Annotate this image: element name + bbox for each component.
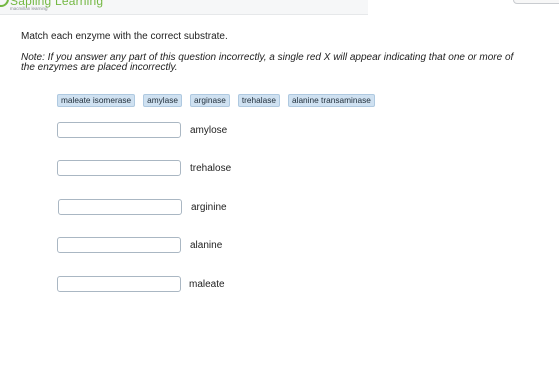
substrate-label-maleate: maleate [189,279,225,290]
substrate-label-amylose: amylose [190,125,228,136]
brand-tagline: macmillan learning [10,6,48,11]
header-corner-button[interactable] [513,0,559,4]
header-bar: Sapling Learning macmillan learning [0,0,368,15]
sapling-logo-icon [0,0,9,7]
drop-target-maleate[interactable] [57,276,181,292]
enzyme-chip-arginase[interactable]: arginase [190,94,230,107]
drop-target-arginine[interactable] [58,199,182,215]
substrate-label-trehalose: trehalose [190,163,232,174]
match-row-amylose: amylose [0,122,559,140]
drop-target-alanine[interactable] [57,237,181,253]
match-row-alanine: alanine [0,237,559,255]
enzyme-answer-bank: maleate isomerase amylase arginase treha… [57,94,375,107]
match-row-arginine: arginine [0,199,559,217]
substrate-label-arginine: arginine [191,202,227,213]
match-row-maleate: maleate [0,276,559,294]
drop-target-trehalose[interactable] [57,160,181,176]
question-instruction: Match each enzyme with the correct subst… [21,31,228,42]
enzyme-chip-trehalase[interactable]: trehalase [237,94,280,107]
substrate-label-alanine: alanine [190,240,223,251]
match-row-trehalose: trehalose [0,160,559,178]
enzyme-chip-amylase[interactable]: amylase [143,94,183,107]
drop-target-amylose[interactable] [57,122,181,138]
question-note: Note: If you answer any part of this que… [21,52,514,73]
enzyme-chip-maleate-isomerase[interactable]: maleate isomerase [57,94,136,107]
enzyme-chip-alanine-transaminase[interactable]: alanine transaminase [287,94,375,107]
